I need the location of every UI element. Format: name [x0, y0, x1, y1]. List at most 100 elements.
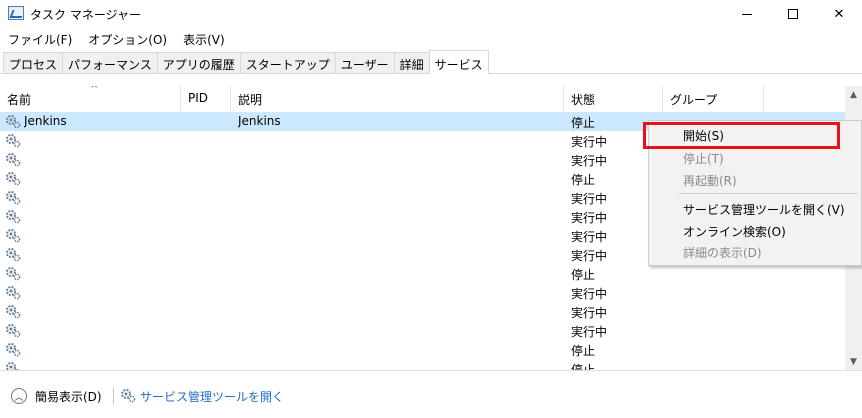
context-menu-separator	[679, 193, 857, 194]
cell-group	[670, 264, 760, 283]
column-header-group[interactable]: グループ	[663, 86, 764, 112]
cell-description	[238, 302, 558, 321]
cell-name	[24, 207, 179, 226]
tab-details[interactable]: 詳細	[393, 52, 430, 73]
minimize-icon	[742, 13, 752, 15]
context-menu-go-to-details[interactable]: 詳細の表示(D)	[649, 242, 862, 262]
cell-group	[670, 283, 760, 302]
tab-performance[interactable]: パフォーマンス	[62, 52, 158, 73]
column-header-pid[interactable]: PID	[181, 86, 231, 112]
table-row[interactable]: 実行中	[0, 302, 845, 321]
footer-bar: ︿ 簡易表示(D) サービス管理ツールを開く	[0, 370, 862, 418]
context-menu-open-services[interactable]: サービス管理ツールを開く(V)	[649, 199, 862, 219]
cell-description	[238, 340, 558, 359]
column-header-name[interactable]: 名前	[0, 86, 181, 112]
cell-group	[670, 340, 760, 359]
cell-description	[238, 245, 558, 264]
cell-pid	[188, 321, 228, 340]
service-gear-icon	[6, 210, 21, 224]
close-icon: ✕	[833, 6, 845, 22]
cell-description	[238, 283, 558, 302]
cell-description	[238, 169, 558, 188]
cell-pid	[188, 188, 228, 207]
tab-processes[interactable]: プロセス	[3, 52, 64, 73]
cell-pid	[188, 207, 228, 226]
cell-description: Jenkins	[238, 114, 281, 128]
cell-description	[238, 131, 558, 150]
service-gear-icon	[6, 362, 20, 370]
cell-name	[24, 340, 179, 359]
cell-status: 停止	[571, 268, 596, 282]
cell-pid	[188, 264, 228, 283]
cell-group	[670, 302, 760, 321]
open-services-link[interactable]: サービス管理ツールを開く	[140, 388, 284, 405]
table-row[interactable]: 停止	[0, 359, 845, 370]
service-gear-icon	[6, 153, 21, 167]
service-gear-icon	[6, 229, 21, 243]
cell-pid	[188, 359, 228, 370]
cell-description	[238, 226, 558, 245]
column-header-status[interactable]: 状態	[564, 86, 663, 112]
service-gear-icon	[6, 267, 21, 281]
cell-name	[24, 359, 179, 370]
service-gear-icon	[6, 191, 21, 205]
cell-pid	[188, 302, 228, 321]
service-gear-icon	[6, 343, 21, 357]
scroll-down-icon[interactable]: ▼	[845, 353, 862, 370]
tab-services[interactable]: サービス	[428, 50, 489, 74]
table-row[interactable]: 停止	[0, 340, 845, 359]
context-menu-stop[interactable]: 停止(T)	[649, 148, 862, 168]
table-header: ^ 名前 PID 説明 状態 グループ	[0, 86, 845, 112]
cell-status: 停止	[571, 363, 596, 370]
cell-pid	[188, 131, 228, 150]
tab-app-history[interactable]: アプリの履歴	[156, 52, 241, 73]
cell-pid	[188, 245, 228, 264]
chevron-up-icon[interactable]: ︿	[11, 388, 27, 404]
cell-status: 実行中	[571, 306, 608, 320]
column-header-description[interactable]: 説明	[231, 86, 564, 112]
cell-description	[238, 207, 558, 226]
context-menu-restart[interactable]: 再起動(R)	[649, 170, 862, 190]
cell-name	[24, 283, 179, 302]
services-gear-icon	[121, 389, 136, 403]
cell-description	[238, 188, 558, 207]
maximize-icon	[788, 9, 798, 19]
menu-view[interactable]: 表示(V)	[175, 29, 233, 49]
cell-pid	[188, 112, 228, 131]
footer-divider	[113, 387, 114, 405]
annotation-highlight-box	[643, 122, 840, 149]
minimize-button[interactable]	[724, 0, 770, 28]
cell-name	[24, 226, 179, 245]
tab-users[interactable]: ユーザー	[334, 52, 395, 73]
cell-name	[24, 188, 179, 207]
cell-description	[238, 150, 558, 169]
fewer-details-button[interactable]: 簡易表示(D)	[35, 388, 102, 405]
cell-group	[670, 321, 760, 340]
tab-startup[interactable]: スタートアップ	[239, 52, 336, 73]
cell-name	[24, 245, 179, 264]
scroll-up-icon[interactable]: ▲	[845, 86, 862, 103]
menu-file[interactable]: ファイル(F)	[0, 29, 80, 49]
table-row[interactable]: 実行中	[0, 321, 845, 340]
cell-name	[24, 169, 179, 188]
cell-group	[670, 359, 760, 370]
cell-name	[24, 302, 179, 321]
cell-pid	[188, 340, 228, 359]
cell-pid	[188, 150, 228, 169]
table-row[interactable]: 実行中	[0, 283, 845, 302]
title-bar: タスク マネージャー ✕	[0, 0, 862, 28]
service-gear-icon	[6, 115, 21, 129]
cell-name: Jenkins	[24, 114, 67, 128]
cell-status: 停止	[571, 344, 596, 358]
maximize-button[interactable]	[770, 0, 816, 28]
cell-name	[24, 321, 179, 340]
cell-pid	[188, 226, 228, 245]
table-row[interactable]: 停止	[0, 264, 845, 283]
menu-options[interactable]: オプション(O)	[80, 29, 175, 49]
cell-description	[238, 264, 558, 283]
close-button[interactable]: ✕	[816, 0, 862, 28]
service-gear-icon	[6, 172, 21, 186]
tab-strip: プロセス パフォーマンス アプリの履歴 スタートアップ ユーザー 詳細 サービス	[0, 50, 862, 74]
context-menu-search-online[interactable]: オンライン検索(O)	[649, 221, 862, 241]
cell-description	[238, 359, 558, 370]
